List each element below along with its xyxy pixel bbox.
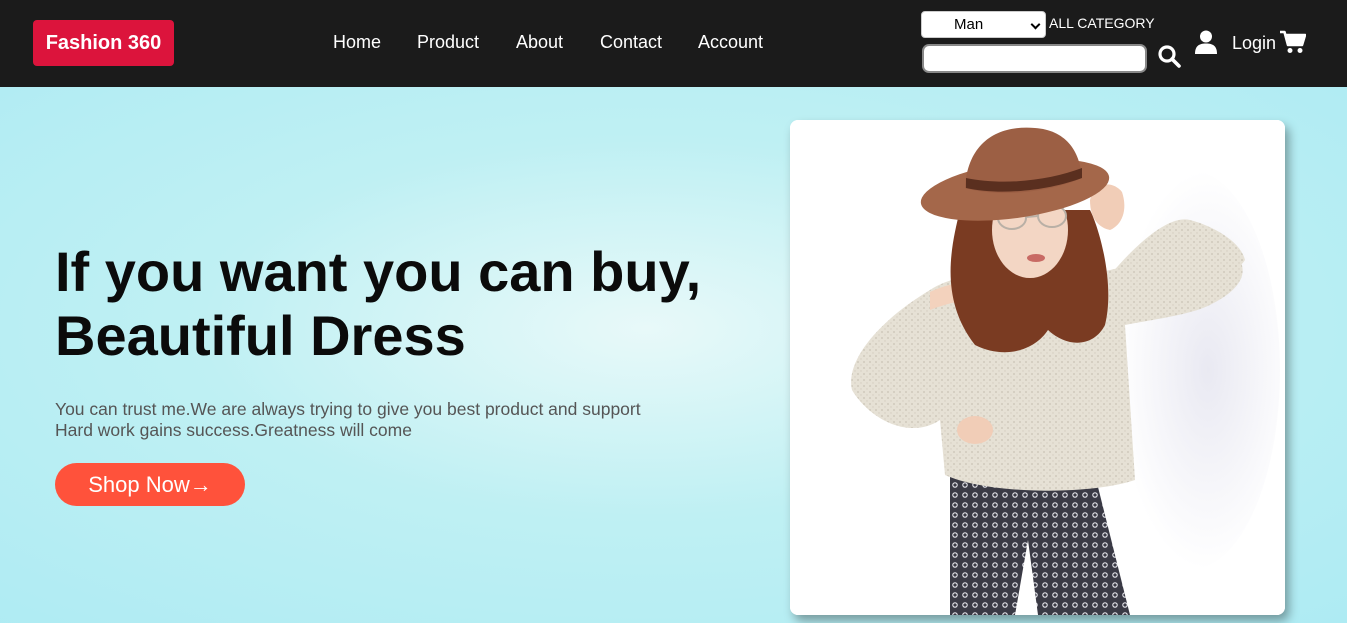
category-label: ALL CATEGORY — [1049, 15, 1155, 31]
search-input[interactable] — [922, 44, 1147, 73]
model-photo-illustration — [790, 120, 1285, 615]
nav-link-home[interactable]: Home — [333, 31, 381, 53]
hero-subtext: You can trust me.We are always trying to… — [55, 399, 715, 441]
user-icon[interactable] — [1195, 30, 1217, 54]
nav-link-contact[interactable]: Contact — [600, 31, 662, 53]
brand-logo[interactable]: Fashion 360 — [33, 20, 174, 66]
hero-subtext-line2: Hard work gains success.Greatness will c… — [55, 420, 412, 440]
nav-link-about[interactable]: About — [516, 31, 563, 53]
category-select[interactable]: Man — [921, 11, 1046, 38]
hero-subtext-line1: You can trust me.We are always trying to… — [55, 399, 641, 419]
login-link[interactable]: Login — [1232, 33, 1276, 54]
cart-icon[interactable] — [1280, 30, 1306, 54]
navbar: Fashion 360 Home Product About Contact A… — [0, 0, 1347, 87]
chevron-down-icon — [1030, 19, 1041, 30]
hero-headline-line1: If you want you can buy, — [55, 240, 702, 303]
category-select-value: Man — [954, 16, 984, 33]
nav-link-account[interactable]: Account — [698, 31, 763, 53]
search-icon[interactable] — [1157, 44, 1181, 68]
hero-headline-line2: Beautiful Dress — [55, 304, 466, 367]
nav-link-product[interactable]: Product — [417, 31, 479, 53]
hero-headline: If you want you can buy, Beautiful Dress — [55, 240, 755, 368]
hero-product-image — [790, 120, 1285, 615]
shop-now-button[interactable]: Shop Now→ — [55, 463, 245, 506]
